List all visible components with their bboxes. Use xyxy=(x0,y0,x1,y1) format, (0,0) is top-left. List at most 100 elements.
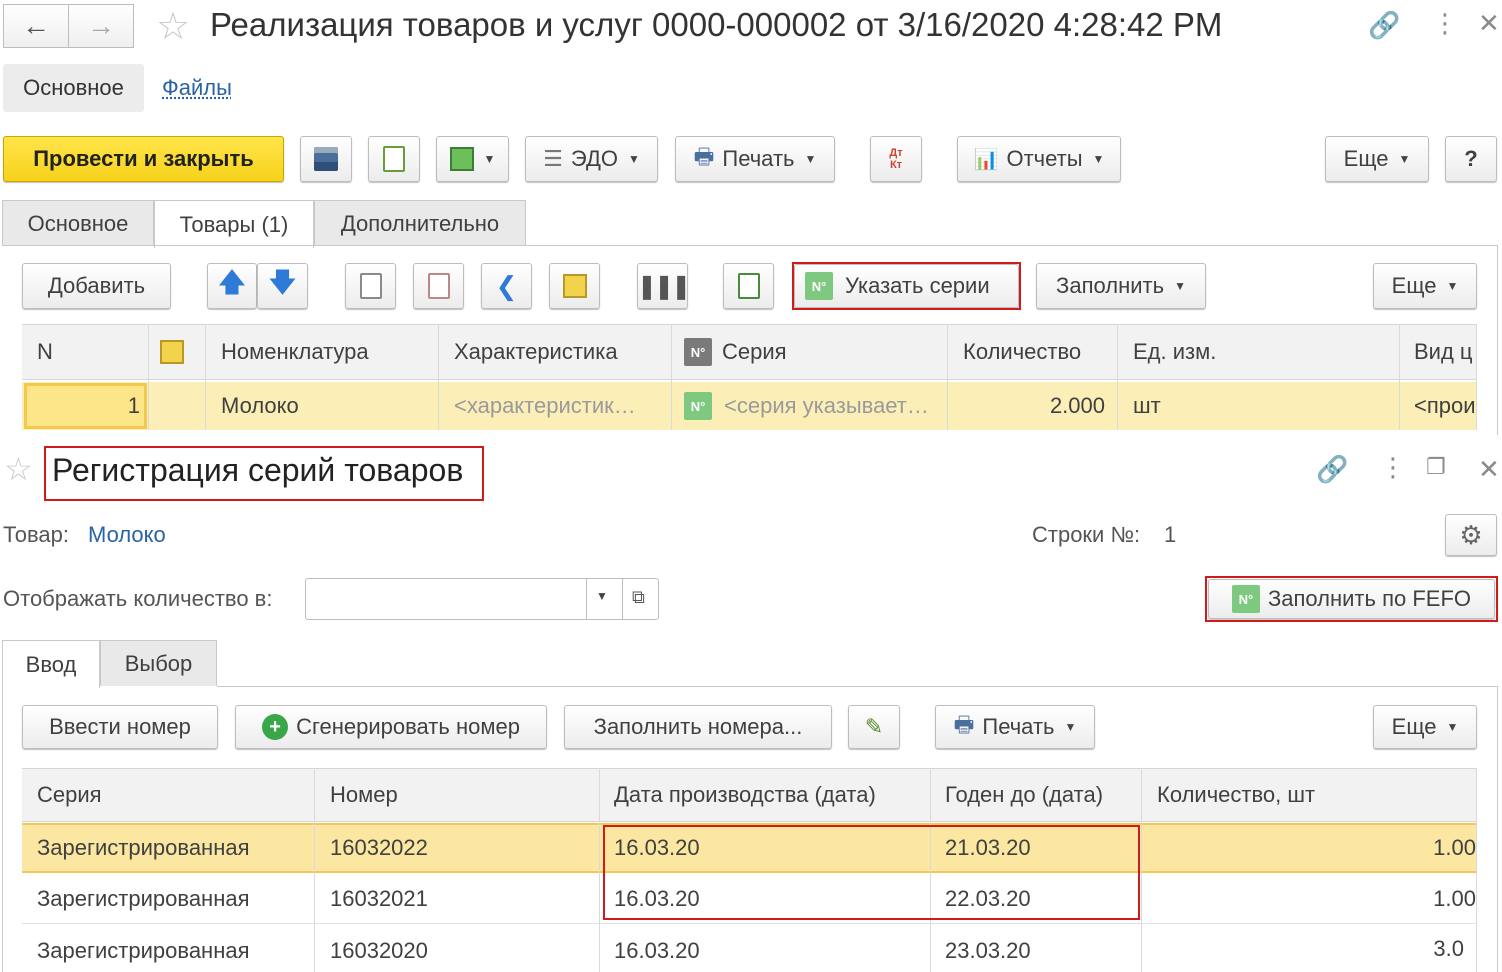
back-button[interactable]: ← xyxy=(3,4,69,48)
col-divider xyxy=(671,324,672,430)
copy-button[interactable] xyxy=(345,263,396,309)
row-qty[interactable]: 1.00 xyxy=(1330,823,1476,873)
highlight-fefo xyxy=(1205,576,1498,622)
tab-panel-right-border xyxy=(1497,686,1498,972)
help-button[interactable]: ? xyxy=(1445,136,1497,182)
col-header-qty[interactable]: Количество, шт xyxy=(1157,768,1315,822)
highlight-title xyxy=(44,446,484,501)
reports-button[interactable]: 📊 Отчеты ▼ xyxy=(957,136,1121,182)
open-icon[interactable]: ⧉ xyxy=(632,587,645,608)
post-and-close-button[interactable]: Провести и закрыть xyxy=(3,136,284,182)
series-number-icon: N° xyxy=(684,392,712,420)
dt-kt-button[interactable]: Дт Кт xyxy=(870,136,922,182)
col-header-series[interactable]: Серия xyxy=(37,768,102,822)
close-icon[interactable]: ✕ xyxy=(1478,454,1500,485)
display-qty-select[interactable]: ▼ ⧉ xyxy=(305,578,659,620)
select-icon xyxy=(160,340,184,364)
row-item[interactable]: Молоко xyxy=(221,382,299,430)
row-qty[interactable]: 2.000 xyxy=(950,382,1105,430)
arrow-up-icon: 🡅 xyxy=(218,267,246,297)
add-button[interactable]: Добавить xyxy=(22,263,171,309)
link-icon[interactable]: 🔗 xyxy=(1316,454,1348,485)
goods-more-button[interactable]: Еще ▼ xyxy=(1373,263,1477,309)
col-header-series[interactable]: N° Серия xyxy=(684,324,787,380)
col-header-characteristic[interactable]: Характеристика xyxy=(454,324,618,380)
col-header-qty[interactable]: Количество xyxy=(963,324,1081,380)
col-header-price-type[interactable]: Вид ц xyxy=(1414,324,1476,380)
settings-button[interactable]: ⚙ xyxy=(1445,514,1497,556)
distribute-button[interactable]: ❮ xyxy=(481,263,532,309)
row-number[interactable]: 16032022 xyxy=(330,823,428,873)
check-list-button[interactable] xyxy=(723,263,774,309)
col-divider xyxy=(148,324,149,430)
add-circle-icon: + xyxy=(262,714,289,740)
select-goods-button[interactable] xyxy=(549,263,600,309)
row-series[interactable]: Зарегистрированная xyxy=(37,926,250,972)
row-expiry[interactable]: 23.03.20 xyxy=(945,926,1031,972)
col-header-unit[interactable]: Ед. изм. xyxy=(1133,324,1216,380)
move-up-button[interactable]: 🡅 xyxy=(207,263,257,309)
col-divider xyxy=(438,324,439,430)
more-icon[interactable]: ⋮ xyxy=(1380,452,1406,483)
generate-number-button[interactable]: + Сгенерировать номер xyxy=(235,705,547,749)
post-button[interactable] xyxy=(368,136,420,182)
col-header-n[interactable]: N xyxy=(37,324,53,380)
window-title: Реализация товаров и услуг 0000-000002 о… xyxy=(210,6,1223,43)
star-icon[interactable]: ☆ xyxy=(156,4,190,49)
print-button[interactable]: 🖶 Печать ▼ xyxy=(675,136,835,182)
save-button[interactable] xyxy=(300,136,352,182)
tab-additional[interactable]: Дополнительно xyxy=(314,200,526,246)
product-link[interactable]: Молоко xyxy=(88,522,166,548)
arrow-down-icon: 🡇 xyxy=(269,267,296,297)
more-button[interactable]: Еще ▼ xyxy=(1325,136,1429,182)
tab-input[interactable]: Ввод xyxy=(2,640,100,688)
col-header-select[interactable] xyxy=(160,324,184,380)
edo-button[interactable]: ☰ ЭДО ▼ xyxy=(525,136,658,182)
product-label: Товар: xyxy=(3,522,69,547)
enter-number-button[interactable]: Ввести номер xyxy=(22,705,218,749)
col-header-number[interactable]: Номер xyxy=(330,768,398,822)
col-divider xyxy=(599,768,600,972)
create-based-on-button[interactable]: ▼ xyxy=(436,136,509,182)
row-prod-date[interactable]: 16.03.20 xyxy=(614,926,700,972)
row-series[interactable]: N° <серия указывает… xyxy=(684,382,944,430)
edit-button[interactable]: ✎ xyxy=(848,705,900,749)
forward-button[interactable]: → xyxy=(68,4,134,48)
series-more-button[interactable]: Еще ▼ xyxy=(1373,705,1477,749)
col-header-prod-date[interactable]: Дата производства (дата) xyxy=(614,768,876,822)
arrow-right-icon: → xyxy=(87,10,115,41)
chevron-down-icon[interactable]: ▼ xyxy=(596,589,608,603)
move-down-button[interactable]: 🡇 xyxy=(257,263,308,309)
col-divider xyxy=(1399,324,1400,430)
fill-numbers-button[interactable]: Заполнить номера... xyxy=(564,705,832,749)
row-series[interactable]: Зарегистрированная xyxy=(37,874,250,924)
section-tab-files[interactable]: Файлы xyxy=(162,64,232,112)
tab-main[interactable]: Основное xyxy=(2,200,154,246)
fill-button[interactable]: Заполнить ▼ xyxy=(1036,263,1206,309)
link-icon[interactable]: 🔗 xyxy=(1368,10,1400,41)
col-header-item[interactable]: Номенклатура xyxy=(221,324,369,380)
barcode-button[interactable]: ❚❚❚ xyxy=(637,263,691,309)
row-number[interactable]: 16032021 xyxy=(330,874,428,924)
star-icon[interactable]: ☆ xyxy=(4,450,33,488)
tab-selection[interactable]: Выбор xyxy=(100,640,217,686)
section-tab-main[interactable]: Основное xyxy=(3,64,144,112)
tab-goods[interactable]: Товары (1) xyxy=(154,200,314,248)
col-header-expiry[interactable]: Годен до (дата) xyxy=(945,768,1103,822)
row-unit[interactable]: шт xyxy=(1133,382,1161,430)
row-qty[interactable]: 3.0 xyxy=(1330,926,1464,972)
paste-button[interactable] xyxy=(413,263,464,309)
row-price-type[interactable]: <прои xyxy=(1414,382,1476,430)
copy-icon xyxy=(359,273,382,299)
tab-panel-left-border xyxy=(2,686,3,972)
row-characteristic[interactable]: <характеристик… xyxy=(454,382,664,430)
gear-icon: ⚙ xyxy=(1459,519,1483,550)
col-divider xyxy=(1141,768,1142,972)
row-qty[interactable]: 1.00 xyxy=(1330,874,1476,924)
restore-icon[interactable]: ❐ xyxy=(1426,454,1446,480)
row-series[interactable]: Зарегистрированная xyxy=(37,823,250,873)
series-print-button[interactable]: 🖶 Печать ▼ xyxy=(935,705,1095,749)
row-number[interactable]: 16032020 xyxy=(330,926,428,972)
close-icon[interactable]: ✕ xyxy=(1478,8,1500,39)
more-icon[interactable]: ⋮ xyxy=(1432,8,1458,39)
